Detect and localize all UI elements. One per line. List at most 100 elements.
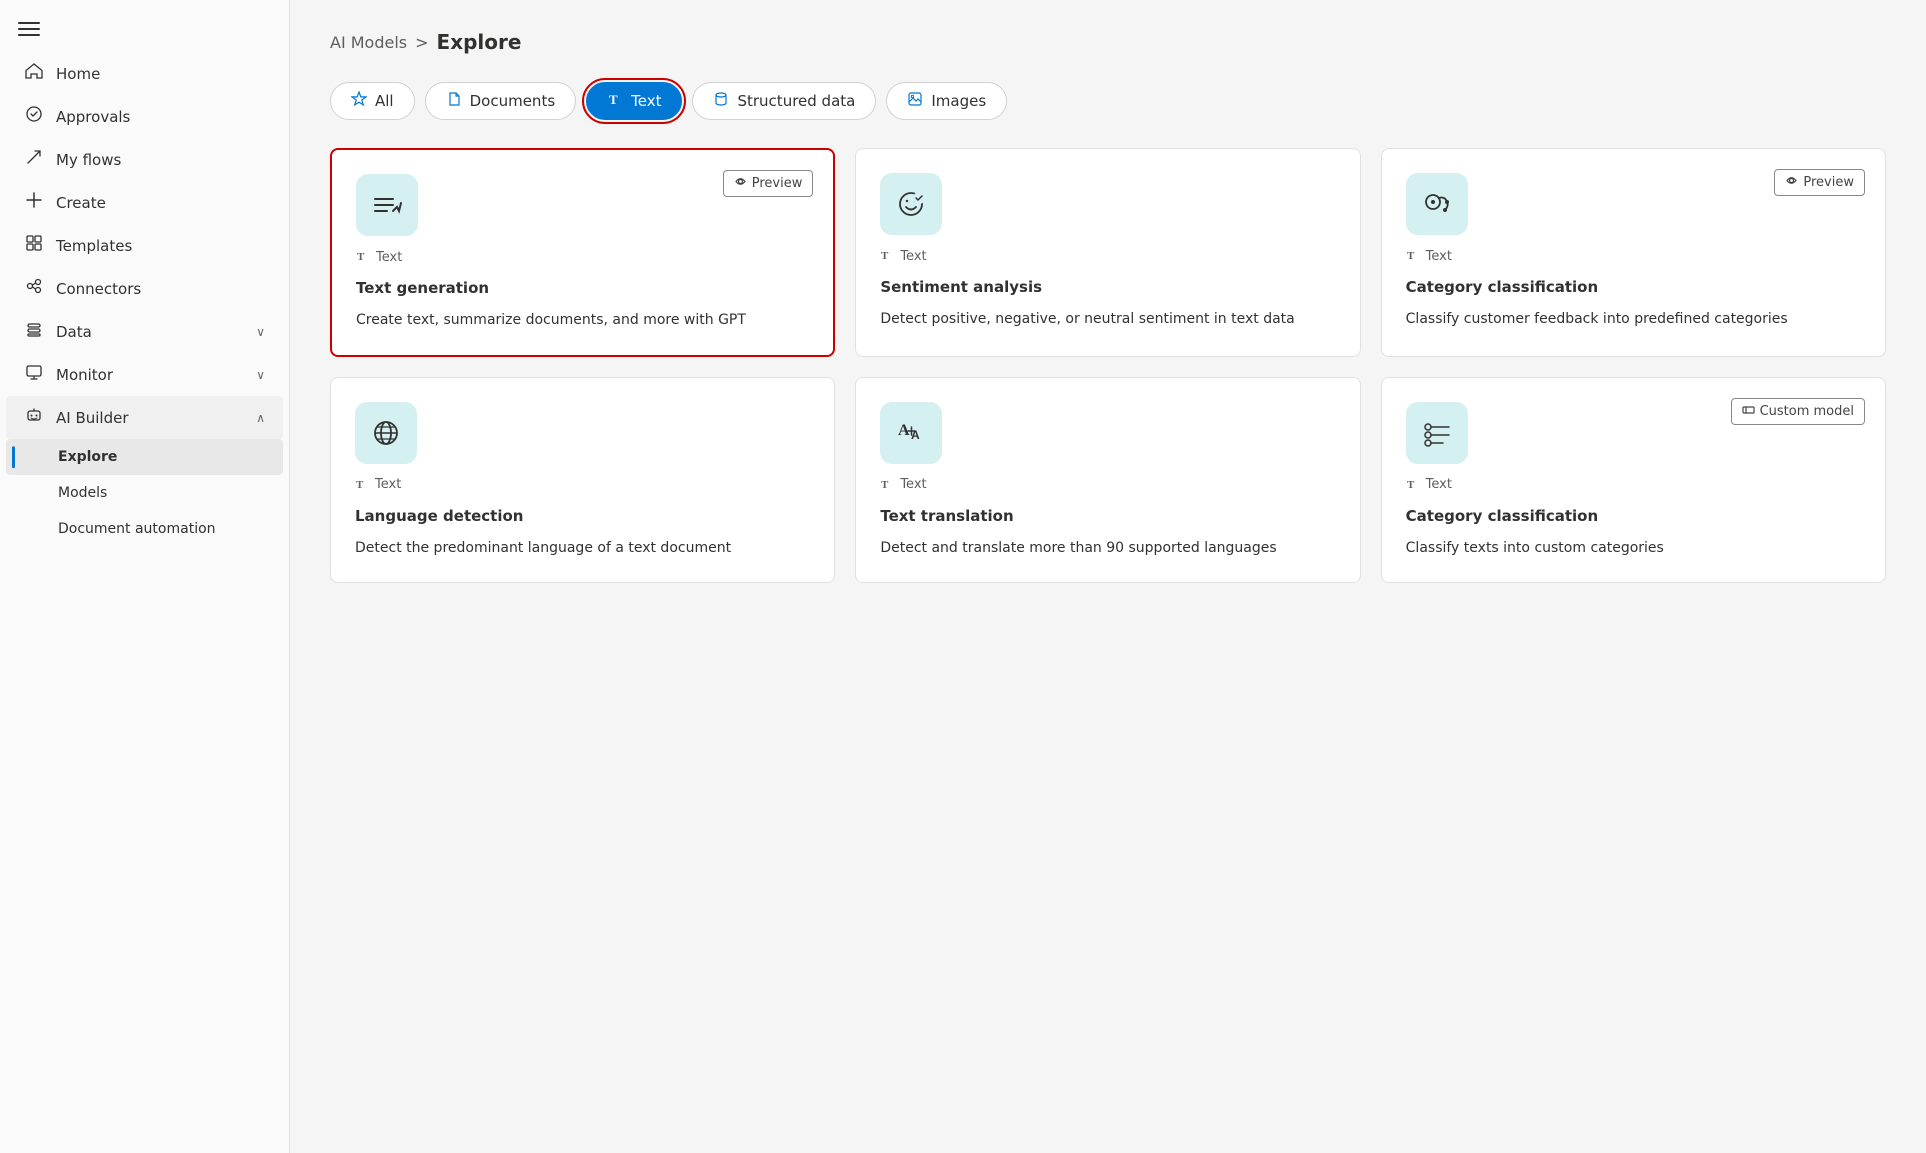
text-type-icon: T	[355, 476, 369, 494]
sidebar-item-my-flows[interactable]: My flows	[6, 138, 283, 181]
text-type-icon: T	[1406, 247, 1420, 265]
preview-icon	[1785, 174, 1798, 191]
text-type-icon: T	[356, 248, 370, 266]
ai-builder-icon	[24, 406, 44, 429]
svg-text:T: T	[356, 479, 364, 490]
card-title-category-classification-2: Category classification	[1406, 506, 1861, 527]
tab-structured-data-icon	[713, 91, 729, 111]
tab-documents-label: Documents	[470, 92, 556, 110]
model-card-sentiment-analysis[interactable]: T TextSentiment analysisDetect positive,…	[855, 148, 1360, 357]
data-chevron-icon: ∨	[256, 325, 265, 339]
sidebar-item-templates[interactable]: Templates	[6, 224, 283, 267]
card-title-text-translation: Text translation	[880, 506, 1335, 527]
tab-text[interactable]: T Text	[586, 82, 682, 120]
card-icon-text-generation	[356, 174, 418, 236]
sidebar-item-home[interactable]: Home	[6, 52, 283, 95]
sidebar-item-data[interactable]: Data ∨	[6, 310, 283, 353]
card-description-text-generation: Create text, summarize documents, and mo…	[356, 311, 809, 331]
templates-icon	[24, 234, 44, 257]
sidebar-item-connectors[interactable]: Connectors	[6, 267, 283, 310]
sidebar: HomeApprovals My flows CreateTemplates Conn…	[0, 0, 290, 1153]
tab-images-label: Images	[931, 92, 986, 110]
sidebar-sub-item-document-automation[interactable]: Document automation	[6, 511, 283, 547]
tab-all[interactable]: All	[330, 82, 415, 120]
svg-text:T: T	[881, 479, 889, 490]
sidebar-item-ai-builder[interactable]: AI Builder∧	[6, 396, 283, 439]
card-type-text-translation: T Text	[880, 476, 1335, 494]
breadcrumb-parent[interactable]: AI Models	[330, 33, 407, 52]
card-description-category-classification-2: Classify texts into custom categories	[1406, 539, 1861, 559]
monitor-icon	[24, 363, 44, 386]
tabs-bar: All Documents T Text Structured data Images	[330, 82, 1886, 120]
svg-text:T: T	[881, 250, 889, 261]
model-card-text-generation[interactable]: PreviewT TextText generationCreate text,…	[330, 148, 835, 357]
card-icon-category-classification-1	[1406, 173, 1468, 235]
text-type-icon: T	[1406, 476, 1420, 494]
card-icon-category-classification-2	[1406, 402, 1468, 464]
svg-text:T: T	[609, 92, 618, 107]
connectors-icon	[24, 277, 44, 300]
sidebar-item-label-data: Data	[56, 323, 244, 341]
card-badge-label-category-classification-1: Preview	[1803, 175, 1854, 190]
tab-all-label: All	[375, 92, 394, 110]
card-description-language-detection: Detect the predominant language of a tex…	[355, 539, 810, 559]
breadcrumb-current: Explore	[437, 30, 522, 54]
card-type-label-language-detection: Text	[375, 477, 401, 492]
svg-text:T: T	[1407, 479, 1415, 490]
sidebar-item-approvals[interactable]: Approvals	[6, 95, 283, 138]
hamburger-menu[interactable]	[0, 12, 289, 52]
card-type-label-text-generation: Text	[376, 250, 402, 265]
svg-text:A: A	[911, 428, 920, 442]
data-icon	[24, 320, 44, 343]
card-badge-label-category-classification-2: Custom model	[1760, 404, 1854, 419]
text-type-icon: T	[880, 247, 894, 265]
model-card-language-detection[interactable]: T Text Language detection Detect the predo…	[330, 377, 835, 584]
sidebar-item-label-my-flows: My flows	[56, 151, 265, 169]
card-type-category-classification-2: T Text	[1406, 476, 1861, 494]
sidebar-sub-item-models[interactable]: Models	[6, 475, 283, 511]
card-type-label-category-classification-1: Text	[1426, 249, 1452, 264]
breadcrumb: AI Models > Explore	[330, 30, 1886, 54]
card-title-language-detection: Language detection	[355, 506, 810, 527]
svg-text:T: T	[357, 251, 365, 262]
tab-structured-data-label: Structured data	[737, 92, 855, 110]
tab-images-icon	[907, 91, 923, 111]
sidebar-item-label-ai-builder: AI Builder	[56, 409, 244, 427]
card-title-category-classification-1: Category classification	[1406, 277, 1861, 298]
tab-structured-data[interactable]: Structured data	[692, 82, 876, 120]
card-title-sentiment-analysis: Sentiment analysis	[880, 277, 1335, 298]
card-badge-category-classification-1: Preview	[1774, 169, 1865, 196]
model-card-text-translation[interactable]: A A T Text Text translation Detect and tra…	[855, 377, 1360, 584]
sidebar-sub-item-explore[interactable]: Explore	[6, 439, 283, 475]
tab-text-label: Text	[631, 92, 661, 110]
monitor-chevron-icon: ∨	[256, 368, 265, 382]
text-type-icon: T	[880, 476, 894, 494]
model-cards-grid: Preview T Text Text generation Create text,…	[330, 148, 1886, 583]
card-type-sentiment-analysis: T Text	[880, 247, 1335, 265]
create-icon	[24, 191, 44, 214]
model-card-category-classification-1[interactable]: Preview T Text Category classification Clas…	[1381, 148, 1886, 357]
card-type-category-classification-1: T Text	[1406, 247, 1861, 265]
tab-images[interactable]: Images	[886, 82, 1007, 120]
card-type-text-generation: T Text	[356, 248, 809, 266]
approvals-icon	[24, 105, 44, 128]
card-description-category-classification-1: Classify customer feedback into predefin…	[1406, 310, 1861, 330]
tab-documents[interactable]: Documents	[425, 82, 577, 120]
tab-all-icon	[351, 91, 367, 111]
card-badge-category-classification-2: Custom model	[1731, 398, 1865, 425]
card-icon-text-translation: A A	[880, 402, 942, 464]
sidebar-item-label-connectors: Connectors	[56, 280, 265, 298]
card-type-language-detection: T Text	[355, 476, 810, 494]
main-content: AI Models > Explore All Documents T Text Str…	[290, 0, 1926, 1153]
my-flows-icon	[24, 148, 44, 171]
sidebar-item-monitor[interactable]: Monitor∨	[6, 353, 283, 396]
sidebar-item-create[interactable]: Create	[6, 181, 283, 224]
card-type-label-category-classification-2: Text	[1426, 477, 1452, 492]
tab-documents-icon	[446, 91, 462, 111]
card-description-text-translation: Detect and translate more than 90 suppor…	[880, 539, 1335, 559]
home-icon	[24, 62, 44, 85]
card-type-label-text-translation: Text	[900, 477, 926, 492]
model-card-category-classification-2[interactable]: Custom model T Text Category classificatio…	[1381, 377, 1886, 584]
custom-model-icon	[1742, 403, 1755, 420]
card-title-text-generation: Text generation	[356, 278, 809, 299]
